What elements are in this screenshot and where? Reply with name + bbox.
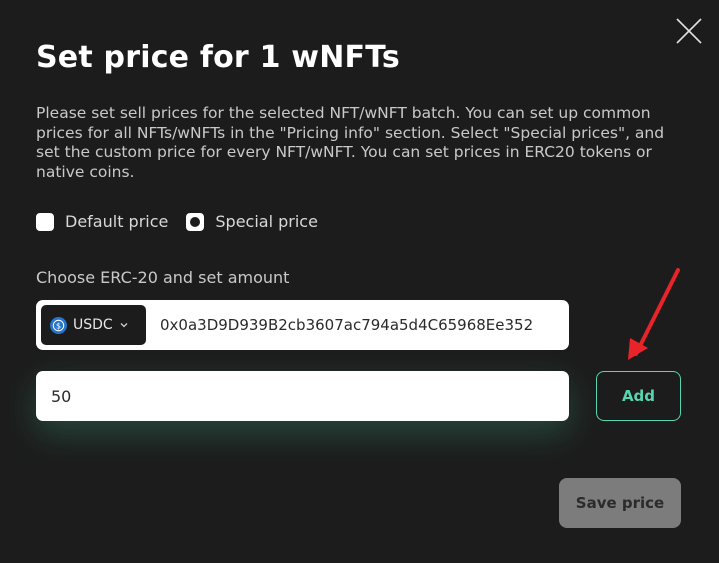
special-price-label: Special price	[215, 212, 318, 231]
usdc-icon: $	[50, 316, 67, 334]
set-price-dialog: Set price for 1 wNFTs Please set sell pr…	[0, 0, 719, 563]
default-price-radio[interactable]	[36, 212, 54, 231]
default-price-option[interactable]: Default price	[36, 212, 168, 231]
special-price-option[interactable]: Special price	[186, 212, 318, 231]
chevron-down-icon	[120, 323, 128, 328]
dialog-description: Please set sell prices for the selected …	[36, 104, 665, 181]
token-contract-address: 0x0a3D9D939B2cb3607ac794a5d4C65968Ee352	[160, 316, 534, 334]
special-price-radio[interactable]	[186, 212, 205, 231]
token-select[interactable]: $ USDC	[41, 305, 146, 345]
annotation-arrow-icon	[628, 268, 680, 360]
amount-input[interactable]	[36, 371, 569, 421]
selected-token-label: USDC	[73, 317, 113, 333]
close-icon[interactable]	[674, 16, 704, 46]
dialog-title: Set price for 1 wNFTs	[36, 40, 400, 75]
default-price-label: Default price	[65, 212, 169, 231]
erc20-section-label: Choose ERC-20 and set amount	[36, 268, 290, 287]
save-price-button[interactable]: Save price	[559, 478, 681, 528]
token-field: $ USDC 0x0a3D9D939B2cb3607ac794a5d4C6596…	[36, 300, 569, 350]
add-button[interactable]: Add	[596, 371, 681, 421]
svg-text:$: $	[56, 321, 61, 330]
pricing-mode-group: Default price Special price	[36, 212, 336, 231]
